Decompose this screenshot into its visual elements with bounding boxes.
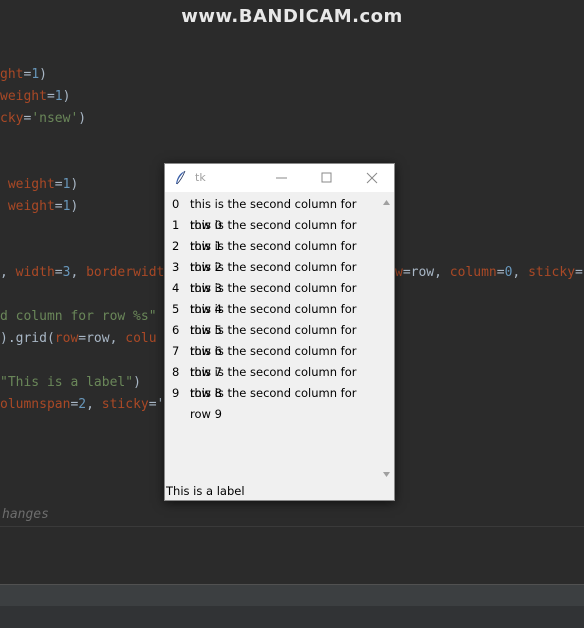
code-line: cky='nsew') bbox=[0, 111, 87, 126]
table-row: 3 this is the second column for row 3 bbox=[165, 257, 377, 295]
minimize-icon bbox=[276, 177, 287, 179]
row-index-label: 3 bbox=[172, 260, 180, 274]
scroll-down-arrow-icon[interactable] bbox=[382, 471, 391, 478]
table-row: 2 this is the second column for row 2 bbox=[165, 236, 377, 274]
table-row: 5 this is the second column for row 5 bbox=[165, 299, 377, 337]
row-index-label: 6 bbox=[172, 323, 180, 337]
code-line: weight=1) bbox=[0, 199, 79, 214]
row-index-label: 5 bbox=[172, 302, 180, 316]
row-index-label: 7 bbox=[172, 344, 180, 358]
row-index-label: 2 bbox=[172, 239, 180, 253]
table-row: 9 this is the second column for row 9 bbox=[165, 383, 377, 421]
tk-window[interactable]: tk 0 this is the second column for row 0 … bbox=[164, 163, 395, 501]
code-line: "This is a label") bbox=[0, 375, 141, 390]
code-line: ght=1) bbox=[0, 67, 47, 82]
table-row: 6 this is the second column for row 6 bbox=[165, 320, 377, 358]
maximize-icon bbox=[321, 172, 332, 183]
tk-feather-icon bbox=[176, 170, 186, 185]
window-title: tk bbox=[195, 171, 206, 184]
code-line: d column for row %s" bbox=[0, 309, 157, 324]
vertical-scrollbar[interactable] bbox=[379, 194, 394, 485]
row-index-label: 0 bbox=[172, 197, 180, 211]
bandicam-watermark: www.BANDICAM.com bbox=[181, 6, 403, 27]
editor-bottom-panel bbox=[0, 526, 584, 584]
code-line: , width=3, borderwidt bbox=[0, 265, 165, 280]
bottom-label: This is a label bbox=[166, 484, 245, 498]
code-line: olumnspan=2, sticky=' bbox=[0, 397, 165, 412]
row-index-label: 4 bbox=[172, 281, 180, 295]
table-row: 0 this is the second column for row 0 bbox=[165, 194, 377, 232]
row-text-label: this is the second column for row 9 bbox=[190, 386, 357, 421]
changes-label: hanges bbox=[2, 507, 49, 522]
code-line: ).grid(row=row, colu bbox=[0, 331, 157, 346]
tool-window-bar bbox=[0, 584, 584, 607]
table-row: 1 this is the second column for row 1 bbox=[165, 215, 377, 253]
table-row: 4 this is the second column for row 4 bbox=[165, 278, 377, 316]
status-bar bbox=[0, 606, 584, 628]
maximize-button[interactable] bbox=[305, 164, 350, 192]
close-icon bbox=[366, 172, 378, 184]
table-row: 8 this is the second column for row 8 bbox=[165, 362, 377, 400]
row-index-label: 9 bbox=[172, 386, 180, 400]
code-line-right-fragment: w=row, column=0, sticky= bbox=[395, 265, 583, 280]
close-button[interactable] bbox=[350, 164, 395, 192]
rows-frame: 0 this is the second column for row 0 1th… bbox=[165, 194, 377, 421]
code-line: weight=1) bbox=[0, 89, 71, 104]
row-index-label: 1 bbox=[172, 218, 180, 232]
window-titlebar[interactable]: tk bbox=[165, 164, 394, 192]
scroll-up-arrow-icon[interactable] bbox=[382, 199, 391, 206]
row-index-label: 8 bbox=[172, 365, 180, 379]
minimize-button[interactable] bbox=[260, 164, 305, 192]
table-row: 7 this is the second column for row 7 bbox=[165, 341, 377, 379]
code-line: weight=1) bbox=[0, 177, 79, 192]
